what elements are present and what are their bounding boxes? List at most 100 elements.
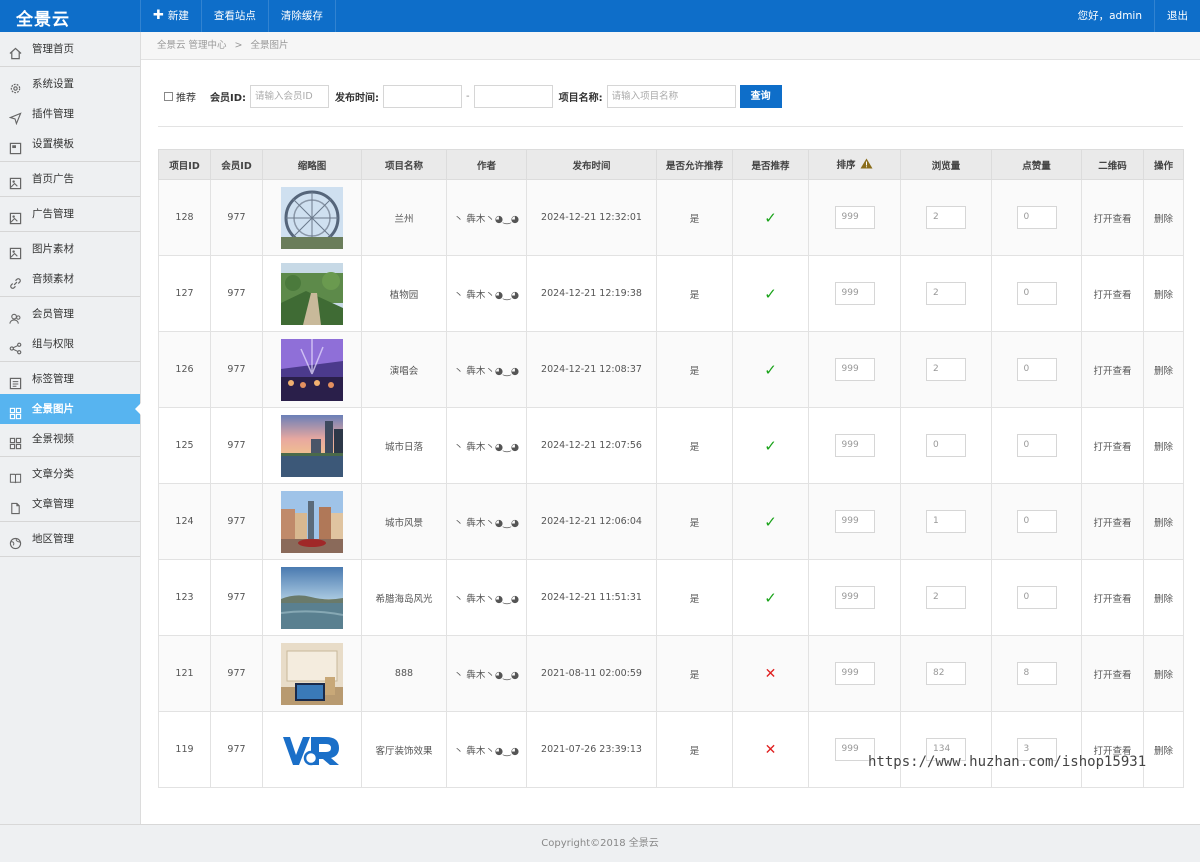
qrcode-cell: 打开查看 [1081,635,1144,712]
breadcrumb-root[interactable]: 全景云 管理中心 [157,40,227,51]
project-name-input[interactable] [606,84,736,108]
sidebar-item-0-0[interactable]: 管理首页 [0,34,140,64]
views-input[interactable]: 2 [926,358,966,381]
warning-icon[interactable] [860,158,873,172]
sidebar-item-1-1[interactable]: 插件管理 [0,99,140,129]
clear-cache-button[interactable]: 清除缓存 [267,0,336,32]
delete-link[interactable]: 删除 [1154,214,1173,225]
open-view-link[interactable]: 打开查看 [1093,518,1131,529]
member-id-input[interactable] [250,84,330,108]
views-cell: 2 [900,331,992,408]
delete-link[interactable]: 删除 [1154,290,1173,301]
check-icon[interactable]: ✓ [764,513,777,531]
sort-input[interactable]: 999 [834,434,875,457]
recommend-checkbox[interactable] [164,91,173,101]
open-view-link[interactable]: 打开查看 [1093,594,1131,605]
allow-recommend-cell: 是 [656,179,733,256]
allow-recommend-cell: 是 [656,255,733,332]
likes-input[interactable]: 0 [1016,206,1057,229]
likes-input[interactable]: 0 [1016,282,1057,305]
sidebar-item-8-0[interactable]: 地区管理 [0,524,140,554]
action-cell: 删除 [1143,331,1184,408]
views-input[interactable]: 2 [926,206,966,229]
check-icon[interactable]: ✓ [764,589,777,607]
sidebar-item-7-0[interactable]: 文章分类 [0,459,140,489]
check-icon[interactable]: ✓ [764,361,777,379]
author-cell: 丶 犇木丶◕‿◕ [446,483,527,560]
sidebar-item-2-0[interactable]: 首页广告 [0,164,140,194]
likes-input[interactable]: 0 [1016,358,1057,381]
likes-cell: 0 [991,255,1082,332]
sidebar-item-6-2[interactable]: 全景视频 [0,424,140,454]
likes-input[interactable]: 0 [1016,510,1057,533]
sidebar-item-4-1[interactable]: 音频素材 [0,264,140,294]
new-button[interactable]: ✚ 新建 [140,0,201,32]
sidebar-item-1-0[interactable]: 系统设置 [0,69,140,99]
thumbnail-image[interactable] [281,566,343,629]
table-row: 125 977 城市日落丶 犇木丶◕‿◕ 2024-12-21 12:07:56 是 ✓ 9… [158,407,1184,484]
breadcrumb: 全景云 管理中心 > 全景图片 [141,32,1200,60]
sidebar-item-6-1[interactable]: 全景图片 [0,394,141,424]
views-input[interactable]: 82 [926,662,966,685]
open-view-link[interactable]: 打开查看 [1093,366,1131,377]
sidebar-item-5-1[interactable]: 组与权限 [0,329,140,359]
delete-link[interactable]: 删除 [1154,442,1173,453]
delete-link[interactable]: 删除 [1154,518,1173,529]
open-view-link[interactable]: 打开查看 [1093,670,1131,681]
delete-link[interactable]: 删除 [1154,366,1173,377]
sidebar-item-1-2[interactable]: 设置模板 [0,129,140,159]
column-header: 点赞量 [991,149,1082,180]
sort-input[interactable]: 999 [834,206,875,229]
thumbnail-image[interactable] [281,186,343,249]
sidebar-item-3-0[interactable]: 广告管理 [0,199,140,229]
sort-input[interactable]: 999 [834,282,875,305]
cross-icon[interactable]: ✕ [765,666,777,682]
logout-button[interactable]: 退出 [1154,0,1200,32]
sort-input[interactable]: 999 [834,358,875,381]
thumbnail-image[interactable] [281,338,343,401]
sort-input[interactable]: 999 [834,586,875,609]
open-view-link[interactable]: 打开查看 [1093,290,1131,301]
column-header-label: 二维码 [1098,160,1127,172]
view-site-link[interactable]: 查看站点 [200,0,268,32]
top-right: 您好，admin 退出 [1066,0,1200,32]
thumbnail-image[interactable] [281,718,343,781]
sidebar-item-4-0[interactable]: 图片素材 [0,234,140,264]
open-view-link[interactable]: 打开查看 [1093,214,1131,225]
publish-start-input[interactable] [383,84,463,108]
views-input[interactable]: 1 [926,510,966,533]
query-button[interactable]: 查询 [739,84,782,108]
likes-input[interactable]: 0 [1016,434,1057,457]
sidebar-item-7-1[interactable]: 文章管理 [0,489,140,519]
views-input[interactable]: 2 [926,586,966,609]
project-id-cell: 119 [158,711,211,788]
sidebar-item-5-0[interactable]: 会员管理 [0,299,140,329]
column-header: 作者 [446,149,527,180]
member-id-cell: 977 [210,559,263,636]
thumbnail-image[interactable] [281,642,343,705]
delete-link[interactable]: 删除 [1154,670,1173,681]
allow-recommend-cell: 是 [656,559,733,636]
user-greeting[interactable]: 您好，admin [1066,0,1154,32]
range-separator: - [466,90,470,102]
publish-end-input[interactable] [473,84,553,108]
check-icon[interactable]: ✓ [764,285,777,303]
likes-input[interactable]: 0 [1016,586,1057,609]
views-input[interactable]: 0 [926,434,966,457]
delete-link[interactable]: 删除 [1154,594,1173,605]
check-icon[interactable]: ✓ [764,209,777,227]
sidebar-item-6-0[interactable]: 标签管理 [0,364,140,394]
thumbnail-image[interactable] [281,262,343,325]
thumbnail-image[interactable] [281,490,343,553]
cross-icon[interactable]: ✕ [765,742,777,758]
delete-link[interactable]: 删除 [1154,746,1173,757]
book-icon [9,467,22,484]
check-icon[interactable]: ✓ [764,437,777,455]
thumbnail-image[interactable] [281,414,343,477]
views-input[interactable]: 2 [926,282,966,305]
app-logo[interactable]: 全景云 [16,5,70,30]
likes-input[interactable]: 8 [1016,662,1057,685]
open-view-link[interactable]: 打开查看 [1093,442,1131,453]
sort-input[interactable]: 999 [834,510,875,533]
sort-input[interactable]: 999 [834,662,875,685]
